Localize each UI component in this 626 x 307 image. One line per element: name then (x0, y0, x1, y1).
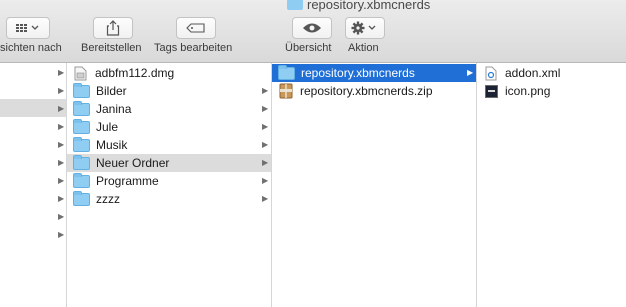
chevron-right-icon[interactable]: ▶ (262, 104, 268, 113)
list-item-label: icon.png (505, 84, 551, 98)
list-item-label: Neuer Ordner (96, 156, 170, 170)
chevron-right-icon[interactable]: ▶ (58, 140, 64, 149)
chevron-right-icon[interactable]: ▶ (58, 212, 64, 221)
quicklook-button[interactable] (292, 17, 332, 39)
list-item-label: addon.xml (505, 66, 561, 80)
list-item-label: repository.xbmcnerds.zip (300, 84, 433, 98)
chevron-right-icon[interactable]: ▶ (262, 86, 268, 95)
folder-icon (73, 82, 90, 98)
list-item[interactable]: Jule (67, 118, 271, 136)
disk-image-icon (74, 66, 87, 80)
folder-icon (73, 154, 90, 170)
window-title: repository.xbmcnerds (287, 0, 430, 12)
list-item-label: Musik (96, 138, 128, 152)
quicklook-label: Übersicht (285, 42, 332, 54)
list-item[interactable]: repository.xbmcnerds.zip (272, 82, 476, 100)
chevron-right-icon[interactable]: ▶ (262, 122, 268, 131)
chevron-right-icon[interactable]: ▶ (262, 194, 268, 203)
window-title-text: repository.xbmcnerds (307, 0, 431, 12)
chevron-right-icon[interactable]: ▶ (58, 104, 64, 113)
share-icon (106, 20, 120, 36)
tags-button[interactable] (176, 17, 216, 39)
gear-icon (351, 21, 376, 35)
tags-label: Tags bearbeiten (154, 42, 233, 54)
chevron-right-icon[interactable]: ▶ (58, 86, 64, 95)
share-button[interactable] (93, 17, 133, 39)
share-label: Bereitstellen (81, 42, 142, 54)
list-item[interactable]: adbfm112.dmg (67, 64, 271, 82)
list-item-label: adbfm112.dmg (95, 66, 175, 80)
column0-selected-row[interactable] (0, 99, 66, 117)
image-file-icon (485, 84, 498, 98)
list-item[interactable]: Janina (67, 100, 271, 118)
chevron-right-icon[interactable]: ▶ (262, 140, 268, 149)
folder-icon (73, 172, 90, 188)
xml-file-icon (485, 66, 497, 80)
list-item[interactable]: addon.xml (477, 64, 626, 82)
folder-icon (73, 136, 90, 152)
action-button[interactable] (345, 17, 385, 39)
action-label: Aktion (348, 42, 379, 54)
folder-icon (278, 64, 295, 80)
chevron-right-icon[interactable]: ▶ (58, 122, 64, 131)
list-item[interactable]: Bilder (67, 82, 271, 100)
list-item-label: Programme (96, 174, 159, 188)
chevron-right-icon[interactable]: ▶ (58, 176, 64, 185)
chevron-right-icon[interactable]: ▶ (58, 68, 64, 77)
list-item-label: Bilder (96, 84, 127, 98)
chevron-right-icon[interactable]: ▶ (58, 230, 64, 239)
tag-icon (186, 23, 205, 33)
view-button[interactable] (6, 17, 50, 39)
chevron-right-icon[interactable]: ▶ (262, 158, 268, 167)
folder-icon (73, 100, 90, 116)
list-item-label: zzzz (96, 192, 120, 206)
list-item-selected[interactable]: Neuer Ordner (67, 154, 271, 172)
folder-icon (73, 118, 90, 134)
list-item[interactable]: Programme (67, 172, 271, 190)
chevron-right-icon[interactable]: ▶ (262, 176, 268, 185)
chevron-right-icon[interactable]: ▶ (467, 68, 473, 77)
folder-icon (287, 0, 303, 10)
toolbar: repository.xbmcnerds sichten nach Bereit… (0, 0, 626, 63)
eye-icon (303, 23, 321, 33)
grid-view-icon (16, 24, 39, 32)
list-item[interactable]: Musik (67, 136, 271, 154)
folder-icon (73, 190, 90, 206)
list-item-label: Janina (96, 102, 132, 116)
zip-archive-icon (279, 83, 293, 99)
chevron-right-icon[interactable]: ▶ (58, 158, 64, 167)
list-item[interactable]: zzzz (67, 190, 271, 208)
list-item-label: repository.xbmcnerds (301, 66, 415, 80)
list-item[interactable]: icon.png (477, 82, 626, 100)
view-label: sichten nach (0, 42, 62, 54)
list-item-label: Jule (96, 120, 119, 134)
list-item-selected[interactable]: repository.xbmcnerds ▶ (272, 64, 476, 82)
chevron-right-icon[interactable]: ▶ (58, 194, 64, 203)
chevron-down-icon (31, 25, 39, 30)
